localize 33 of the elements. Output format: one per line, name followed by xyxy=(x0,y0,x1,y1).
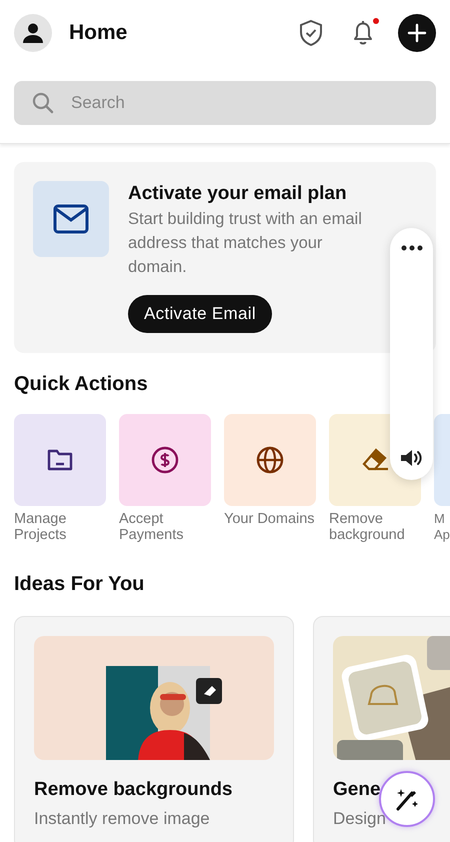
idea-description: Design xyxy=(333,809,386,829)
idea-title: Gene xyxy=(333,779,381,801)
action-tile[interactable] xyxy=(224,414,316,506)
speaker-icon[interactable] xyxy=(400,448,424,468)
plus-icon xyxy=(407,23,427,43)
eraser-icon xyxy=(360,447,390,473)
shield-check-icon[interactable] xyxy=(298,19,324,47)
idea-description: Instantly remove image xyxy=(34,809,210,829)
globe-icon xyxy=(256,446,284,474)
activate-email-button[interactable]: Activate Email xyxy=(128,295,272,333)
avatar-icon[interactable] xyxy=(14,14,52,52)
promo-description: Start building trust with an email address that matches your domain. xyxy=(128,209,363,278)
idea-title: Remove backgrounds xyxy=(34,779,232,801)
idea-card[interactable]: Gene Design xyxy=(313,616,450,842)
folder-icon xyxy=(47,448,73,472)
action-tile[interactable] xyxy=(14,414,106,506)
dollar-coin-icon xyxy=(151,446,179,474)
search-icon xyxy=(31,91,55,115)
idea-card[interactable]: Remove backgrounds Instantly remove image xyxy=(14,616,294,842)
more-icon[interactable] xyxy=(400,245,422,251)
action-label: Your Domains xyxy=(224,511,316,527)
section-heading: Ideas For You xyxy=(14,573,146,596)
action-label: Remove background xyxy=(329,511,406,543)
add-button[interactable] xyxy=(398,14,436,52)
page-title: Home xyxy=(69,21,128,45)
section-heading: Quick Actions xyxy=(14,373,149,396)
action-label: Manage Projects xyxy=(14,511,68,543)
action-label: Accept Payments xyxy=(119,511,184,543)
action-tile[interactable] xyxy=(119,414,211,506)
envelope-icon xyxy=(53,204,89,234)
search-field[interactable]: Search xyxy=(14,81,436,125)
promo-title: Activate your email plan xyxy=(128,183,347,205)
action-label: M Ap xyxy=(434,511,450,543)
